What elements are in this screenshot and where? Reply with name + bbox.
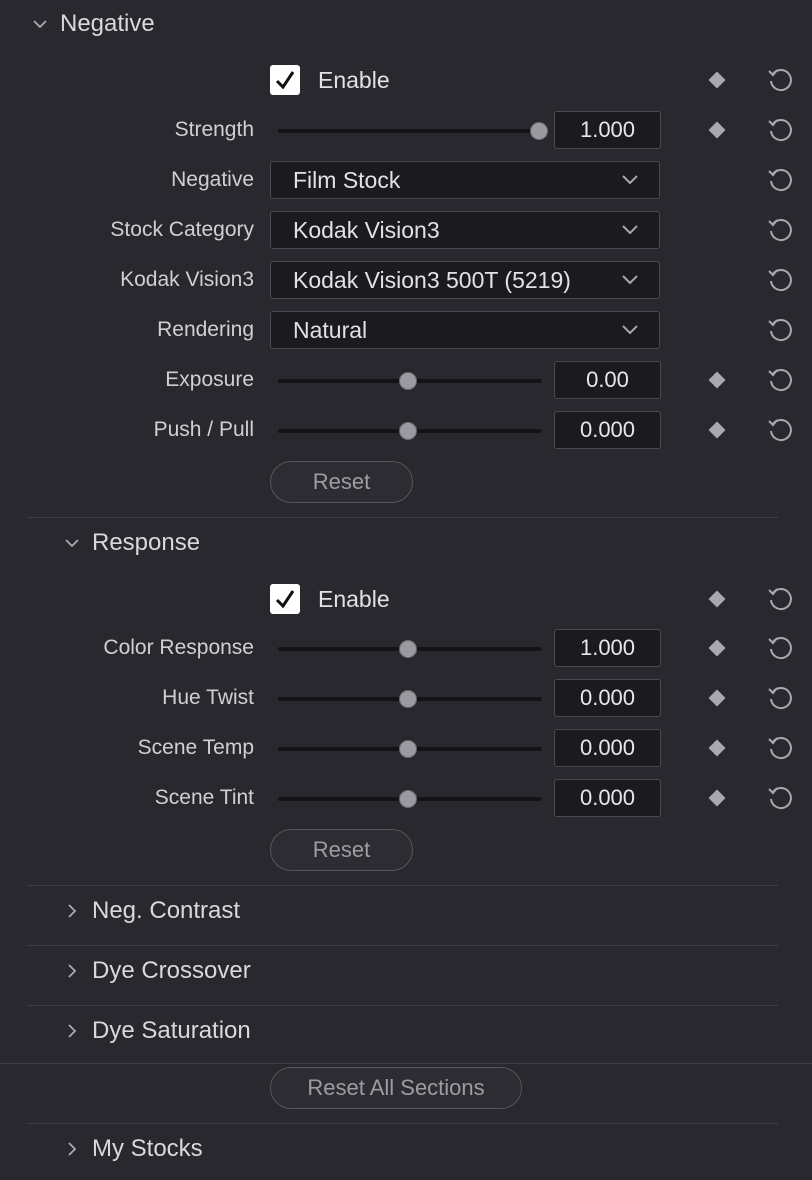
keyframe-diamond-icon[interactable] — [708, 590, 726, 608]
push-pull-slider-knob[interactable] — [399, 422, 417, 440]
push-pull-value-field[interactable]: 0.000 — [554, 411, 661, 449]
film-stock-dropdown[interactable]: Kodak Vision3 500T (5219) — [270, 261, 660, 299]
section-negative-header[interactable]: Negative — [32, 10, 155, 38]
response-reset-button[interactable]: Reset — [270, 829, 413, 871]
strength-value-field[interactable]: 1.000 — [554, 111, 661, 149]
reset-icon[interactable] — [765, 65, 795, 95]
keyframe-diamond-icon[interactable] — [708, 739, 726, 757]
scene-tint-value-field[interactable]: 0.000 — [554, 779, 661, 817]
reset-icon[interactable] — [765, 783, 795, 813]
enable-label: Enable — [318, 586, 390, 612]
negative-label: Negative — [171, 168, 254, 191]
chevron-down-icon — [33, 20, 47, 29]
chevron-down-icon — [622, 175, 638, 185]
reset-icon[interactable] — [765, 215, 795, 245]
exposure-value-field[interactable]: 0.00 — [554, 361, 661, 399]
scene-tint-label: Scene Tint — [154, 786, 254, 809]
reset-icon[interactable] — [765, 115, 795, 145]
reset-icon[interactable] — [765, 415, 795, 445]
enable-label: Enable — [318, 67, 390, 93]
dropdown-value: Kodak Vision3 500T (5219) — [293, 266, 571, 293]
dropdown-value: Film Stock — [293, 166, 401, 193]
reset-icon[interactable] — [765, 315, 795, 345]
reset-icon[interactable] — [765, 683, 795, 713]
dropdown-value: Natural — [293, 316, 368, 343]
strength-slider-track[interactable] — [278, 129, 542, 133]
reset-icon[interactable] — [765, 365, 795, 395]
chevron-right-icon — [68, 1142, 77, 1156]
kodak-vision3-label: Kodak Vision3 — [120, 268, 254, 291]
negative-dropdown[interactable]: Film Stock — [270, 161, 660, 199]
stock-category-dropdown[interactable]: Kodak Vision3 — [270, 211, 660, 249]
rendering-label: Rendering — [157, 318, 254, 341]
section-neg-contrast-header[interactable]: Neg. Contrast — [64, 897, 240, 925]
keyframe-diamond-icon[interactable] — [708, 71, 726, 89]
keyframe-diamond-icon[interactable] — [708, 421, 726, 439]
section-dye-saturation-header[interactable]: Dye Saturation — [64, 1017, 251, 1045]
keyframe-diamond-icon[interactable] — [708, 371, 726, 389]
exposure-slider-knob[interactable] — [399, 372, 417, 390]
divider — [27, 945, 778, 946]
reset-icon[interactable] — [765, 265, 795, 295]
reset-all-sections-button[interactable]: Reset All Sections — [270, 1067, 522, 1109]
reset-icon[interactable] — [765, 584, 795, 614]
divider — [27, 885, 778, 886]
hue-twist-slider-knob[interactable] — [399, 690, 417, 708]
divider — [27, 1005, 778, 1006]
reset-icon[interactable] — [765, 165, 795, 195]
chevron-right-icon — [68, 904, 77, 918]
color-response-label: Color Response — [103, 636, 254, 659]
push-pull-label: Push / Pull — [153, 418, 254, 441]
rendering-dropdown[interactable]: Natural — [270, 311, 660, 349]
chevron-down-icon — [65, 539, 79, 548]
stock-category-label: Stock Category — [110, 218, 254, 241]
section-response-header[interactable]: Response — [64, 529, 200, 557]
checkmark-icon — [275, 590, 295, 609]
divider — [27, 1123, 778, 1124]
exposure-label: Exposure — [165, 368, 254, 391]
section-title: Negative — [60, 10, 155, 37]
response-enable-checkbox[interactable] — [270, 584, 300, 614]
section-my-stocks-header[interactable]: My Stocks — [64, 1135, 203, 1163]
hue-twist-label: Hue Twist — [162, 686, 254, 709]
chevron-down-icon — [622, 275, 638, 285]
chevron-right-icon — [68, 964, 77, 978]
negative-reset-button[interactable]: Reset — [270, 461, 413, 503]
scene-tint-slider-knob[interactable] — [399, 790, 417, 808]
reset-icon[interactable] — [765, 633, 795, 663]
checkmark-icon — [275, 71, 295, 90]
section-title: Dye Saturation — [92, 1017, 251, 1044]
dropdown-value: Kodak Vision3 — [293, 216, 440, 243]
keyframe-diamond-icon[interactable] — [708, 121, 726, 139]
keyframe-diamond-icon[interactable] — [708, 689, 726, 707]
chevron-down-icon — [622, 225, 638, 235]
color-response-value-field[interactable]: 1.000 — [554, 629, 661, 667]
strength-slider-knob[interactable] — [530, 122, 548, 140]
chevron-down-icon — [622, 325, 638, 335]
section-dye-crossover-header[interactable]: Dye Crossover — [64, 957, 251, 985]
strength-label: Strength — [174, 118, 254, 141]
color-response-slider-knob[interactable] — [399, 640, 417, 658]
scene-temp-slider-knob[interactable] — [399, 740, 417, 758]
hue-twist-value-field[interactable]: 0.000 — [554, 679, 661, 717]
section-title: Response — [92, 529, 201, 556]
section-title: Dye Crossover — [92, 957, 251, 984]
divider — [0, 1063, 812, 1064]
keyframe-diamond-icon[interactable] — [708, 789, 726, 807]
chevron-right-icon — [68, 1024, 77, 1038]
negative-enable-checkbox[interactable] — [270, 65, 300, 95]
scene-temp-label: Scene Temp — [137, 736, 254, 759]
reset-icon[interactable] — [765, 733, 795, 763]
section-title: Neg. Contrast — [92, 897, 241, 924]
section-title: My Stocks — [92, 1135, 203, 1162]
divider — [27, 517, 778, 518]
keyframe-diamond-icon[interactable] — [708, 639, 726, 657]
scene-temp-value-field[interactable]: 0.000 — [554, 729, 661, 767]
